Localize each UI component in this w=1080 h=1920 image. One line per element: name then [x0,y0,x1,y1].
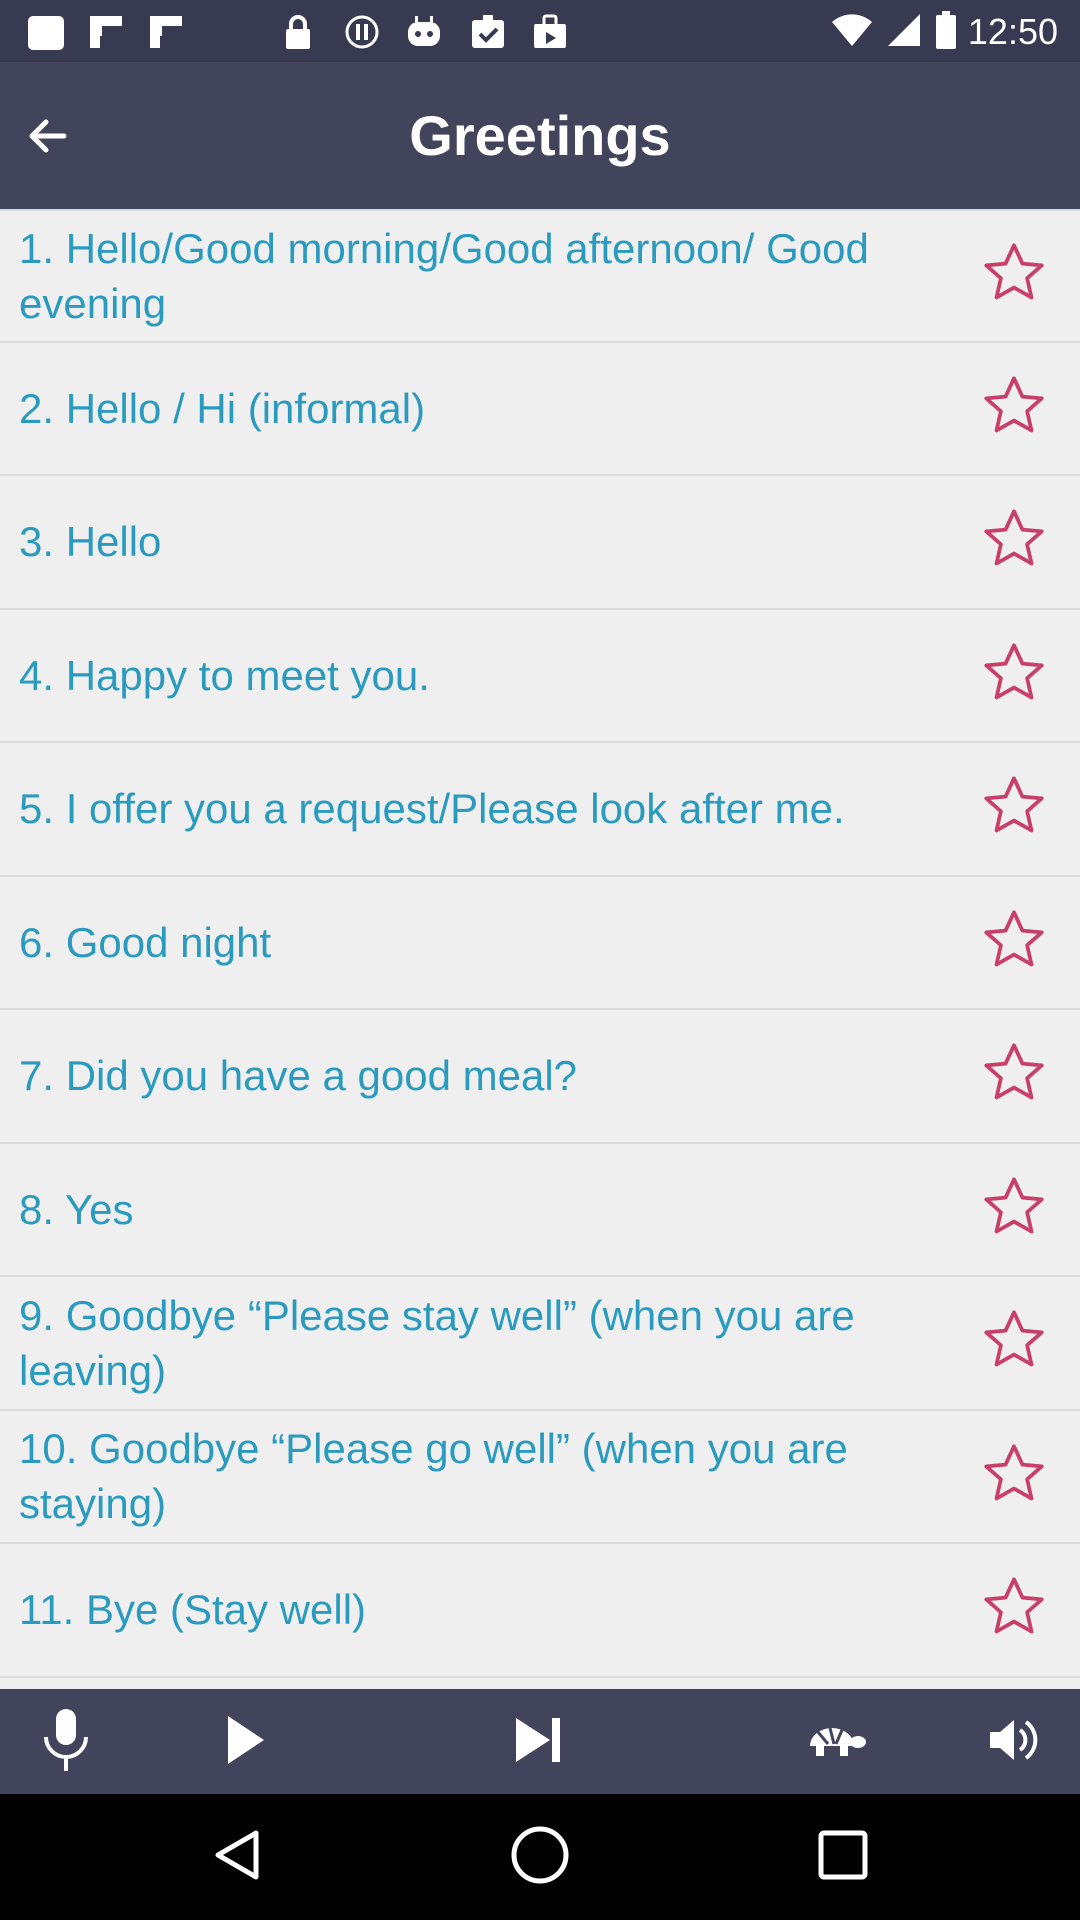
next-button[interactable] [502,1706,574,1778]
status-right: 12:50 [830,10,1058,55]
star-outline-icon [979,1305,1049,1380]
star-outline-icon [979,504,1049,579]
star-outline-icon [979,238,1049,313]
star-outline-icon [979,1439,1049,1514]
flipboard-icon [146,12,186,52]
star-outline-icon [979,1572,1049,1647]
signal-icon [884,10,924,55]
favorite-button[interactable] [975,1304,1053,1382]
list-item[interactable]: 8. Yes [0,1144,1080,1277]
microphone-icon [38,1707,94,1778]
recents-square-icon [817,1829,869,1886]
phrase-text: 8. Yes [19,1185,134,1233]
status-bar: 12:50 [0,0,1080,62]
star-outline-icon [979,1038,1049,1113]
list-item[interactable]: 11. Bye (Stay well) [0,1544,1080,1678]
back-triangle-icon [208,1825,268,1890]
microphone-button[interactable] [30,1706,102,1778]
list-item[interactable]: 7. Did you have a good meal? [0,1010,1080,1144]
star-outline-icon [979,1172,1049,1247]
app-bar: Greetings [0,62,1080,209]
list-item[interactable]: 10. Goodbye “Please go well” (when you a… [0,1411,1080,1544]
list-item[interactable]: 9. Goodbye “Please stay well” (when you … [0,1277,1080,1411]
favorite-button[interactable] [975,369,1053,447]
list-item[interactable]: 4. Happy to meet you. [0,610,1080,743]
list-item[interactable]: 1. Hello/Good morning/Good afternoon/ Go… [0,209,1080,343]
list-item[interactable]: 2. Hello / Hi (informal) [0,343,1080,476]
turtle-slow-icon [804,1720,868,1765]
list-item[interactable]: 5. I offer you a request/Please look aft… [0,743,1080,877]
favorite-button[interactable] [975,1571,1053,1649]
phrase-text: 4. Happy to meet you. [19,651,430,699]
favorite-button[interactable] [975,1037,1053,1115]
nav-home-button[interactable] [500,1817,580,1897]
home-circle-icon [509,1824,571,1891]
volume-button[interactable] [978,1706,1050,1778]
list-item[interactable]: 3. Hello [0,476,1080,610]
play-button[interactable] [208,1706,280,1778]
favorite-button[interactable] [975,1437,1053,1515]
screen: 12:50 Greetings 1. Hello/Good morning/Go… [0,0,1080,1920]
notification-square-icon [26,12,66,52]
play-icon [220,1714,268,1771]
battery-icon [934,10,958,55]
phrase-text: 2. Hello / Hi (informal) [19,384,426,432]
phrase-text: 10. Goodbye “Please go well” (when you a… [19,1425,848,1528]
star-outline-icon [979,371,1049,446]
favorite-button[interactable] [975,237,1053,315]
star-outline-icon [979,638,1049,713]
favorite-button[interactable] [975,770,1053,848]
star-outline-icon [979,905,1049,980]
phrase-list[interactable]: 1. Hello/Good morning/Good afternoon/ Go… [0,209,1080,1689]
phrase-text: 11. Bye (Stay well) [19,1586,367,1634]
phrase-text: 3. Hello [19,518,162,566]
flipboard-icon [86,12,126,52]
calendar-check-icon [468,12,508,52]
slow-speed-button[interactable] [800,1706,872,1778]
back-button[interactable] [16,106,80,170]
list-item[interactable]: 6. Good night [0,877,1080,1010]
page-title: Greetings [409,104,671,167]
skip-next-icon [512,1714,564,1771]
favorite-button[interactable] [975,503,1053,581]
nav-recents-button[interactable] [803,1817,883,1897]
phrase-text: 9. Goodbye “Please stay well” (when you … [19,1291,855,1394]
robot-icon [404,12,444,52]
wifi-icon [830,10,874,55]
favorite-button[interactable] [975,903,1053,981]
info-circle-icon [342,12,382,52]
nav-back-button[interactable] [198,1817,278,1897]
favorite-button[interactable] [975,636,1053,714]
status-time: 12:50 [967,11,1058,52]
phrase-text: 1. Hello/Good morning/Good afternoon/ Go… [19,224,869,327]
favorite-button[interactable] [975,1170,1053,1248]
arrow-left-icon [24,112,72,165]
player-controls [0,1689,1080,1794]
phrase-text: 5. I offer you a request/Please look aft… [19,785,845,833]
system-nav-bar [0,1794,1080,1920]
volume-icon [986,1712,1042,1773]
phrase-text: 7. Did you have a good meal? [19,1052,578,1100]
phrase-text: 6. Good night [19,918,272,966]
lock-icon [278,12,318,52]
shopping-bag-icon [530,12,570,52]
star-outline-icon [979,771,1049,846]
